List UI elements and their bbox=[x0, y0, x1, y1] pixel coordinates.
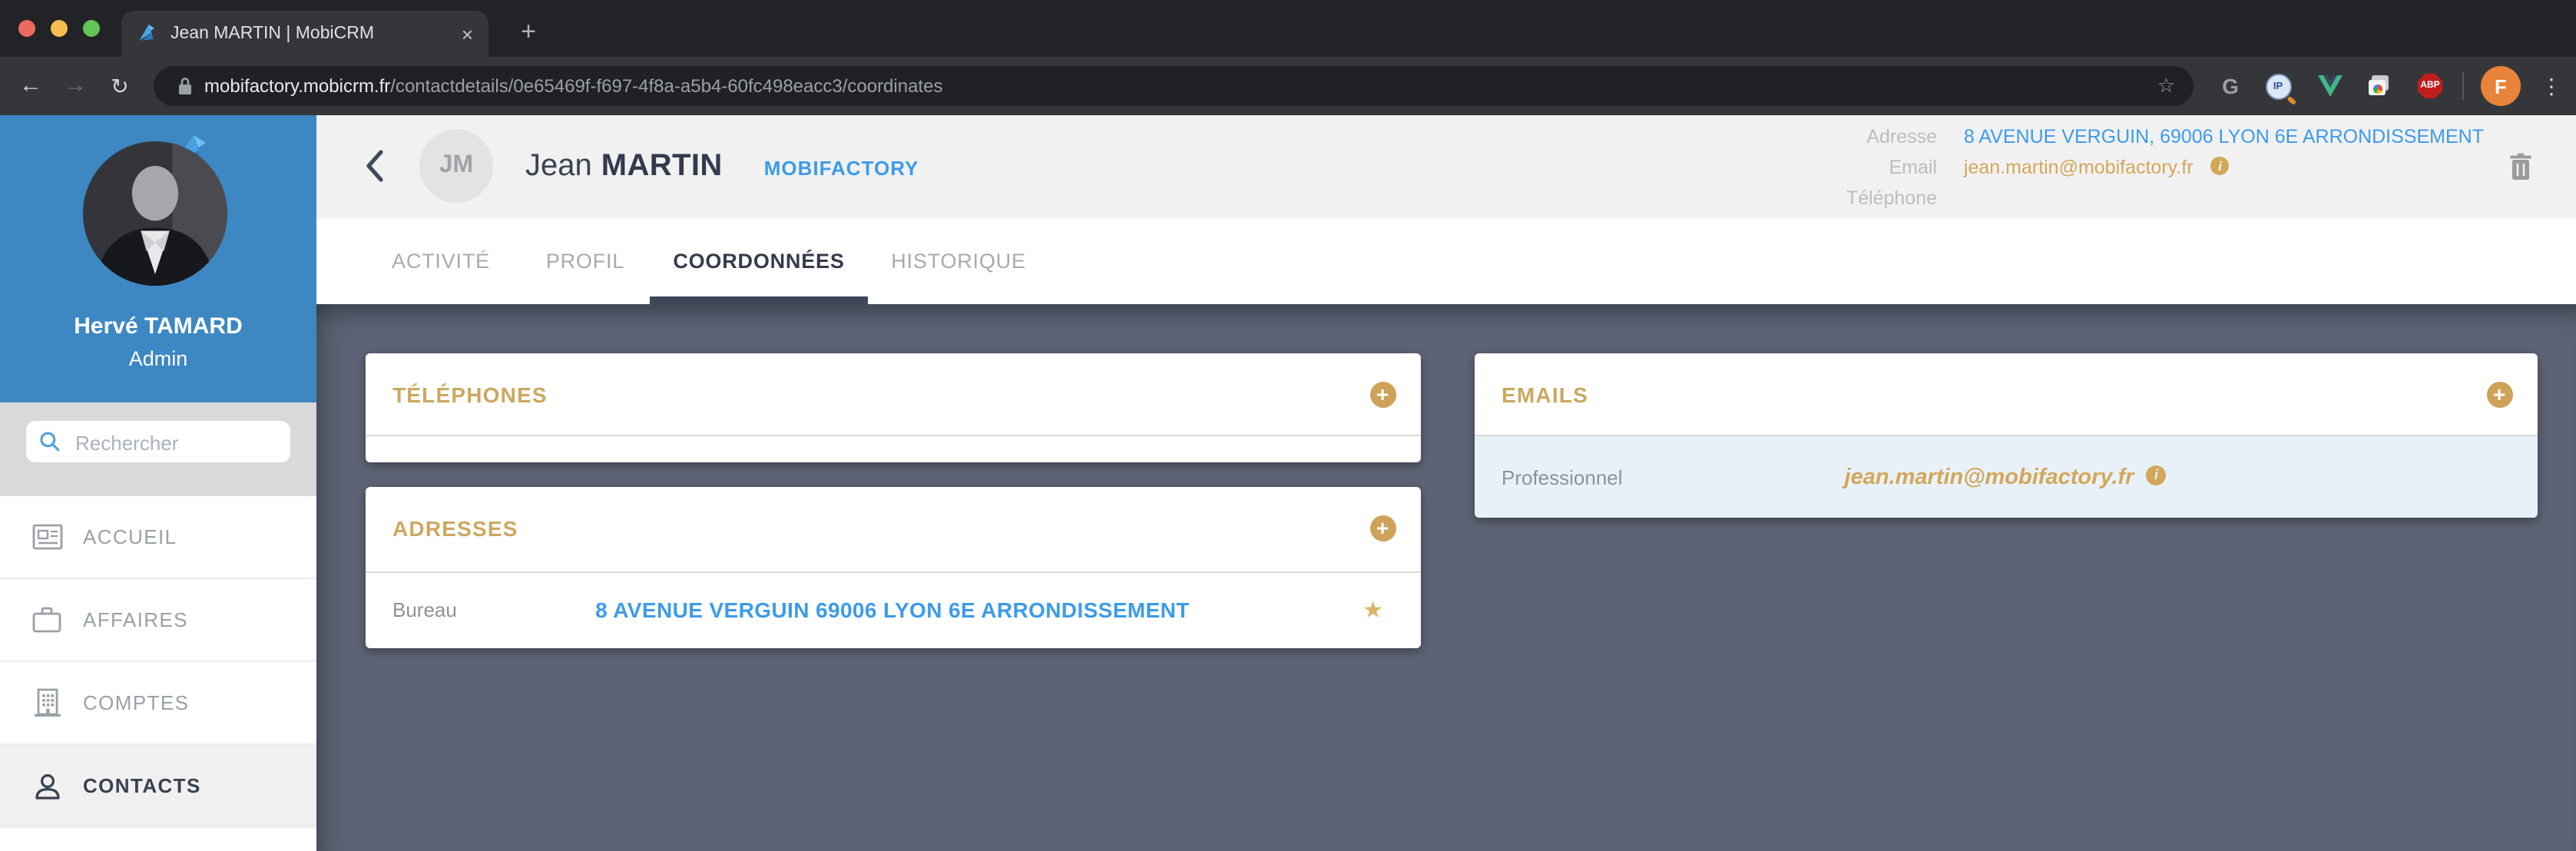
screen: Jean MARTIN | MobiCRM × + ← → ↻ mobifact… bbox=[0, 0, 2576, 851]
summary-row-telephone: Téléphone bbox=[1829, 183, 2484, 214]
main-panel: JM Jean MARTIN MOBIFACTORY Adresse 8 AVE… bbox=[316, 115, 2576, 851]
app-window: Hervé TAMARD Admin bbox=[0, 115, 2576, 851]
tab-profil[interactable]: PROFIL bbox=[546, 249, 624, 272]
adresse-row[interactable]: Bureau 8 AVENUE VERGUIN 69006 LYON 6E AR… bbox=[365, 572, 1420, 647]
favorite-star-icon[interactable]: ★ bbox=[1362, 596, 1383, 624]
browser-profile-avatar[interactable]: F bbox=[2481, 66, 2521, 106]
forward-icon[interactable]: → bbox=[57, 57, 94, 115]
summary-label: Adresse bbox=[1829, 121, 1937, 152]
sidebar-item-label: CONTACTS bbox=[83, 774, 201, 797]
contact-summary: Adresse 8 AVENUE VERGUIN, 69006 LYON 6E … bbox=[1829, 121, 2484, 214]
sidebar: Hervé TAMARD Admin bbox=[0, 115, 316, 851]
sidebar-menu: ACCUEIL AFFAIRES bbox=[0, 496, 316, 828]
summary-row-email: Email jean.martin@mobifactory.fr i bbox=[1829, 152, 2484, 183]
summary-address-value[interactable]: 8 AVENUE VERGUIN, 69006 LYON 6E ARRONDIS… bbox=[1964, 126, 2484, 147]
sidebar-profile: Hervé TAMARD Admin bbox=[0, 115, 316, 402]
window-minimize-button[interactable] bbox=[51, 20, 68, 37]
adresses-card-title: ADRESSES bbox=[392, 516, 518, 541]
contact-name-line: Jean MARTIN MOBIFACTORY bbox=[525, 115, 919, 217]
extension-adblock-icon[interactable]: ABP bbox=[2413, 57, 2447, 115]
user-avatar[interactable] bbox=[83, 141, 227, 286]
telephones-card-title: TÉLÉPHONES bbox=[392, 382, 548, 406]
summary-label: Email bbox=[1829, 152, 1937, 183]
contact-initials-avatar: JM bbox=[419, 129, 493, 203]
address-bar[interactable]: mobifactory.mobicrm.fr/contactdetails/0e… bbox=[154, 66, 2194, 106]
briefcase-icon bbox=[31, 604, 63, 636]
tab-activite[interactable]: ACTIVITÉ bbox=[392, 249, 490, 272]
reload-icon[interactable]: ↻ bbox=[101, 57, 138, 115]
email-row[interactable]: Professionnel jean.martin@mobifactory.fr… bbox=[1474, 436, 2537, 518]
emails-card: EMAILS + Professionnel jean.martin@mobif… bbox=[1474, 353, 2537, 518]
tab-title: Jean MARTIN | MobiCRM bbox=[171, 25, 452, 43]
url-domain: mobifactory.mobicrm.fr bbox=[204, 75, 390, 97]
sidebar-item-comptes[interactable]: COMPTES bbox=[0, 662, 316, 745]
back-chevron-button[interactable] bbox=[363, 147, 387, 184]
back-icon[interactable]: ← bbox=[12, 57, 49, 115]
contact-last-name: MARTIN bbox=[601, 149, 723, 184]
sidebar-user-name: Hervé TAMARD bbox=[0, 313, 316, 339]
contact-header: JM Jean MARTIN MOBIFACTORY Adresse 8 AVE… bbox=[316, 115, 2576, 217]
adresse-row-value[interactable]: 8 AVENUE VERGUIN 69006 LYON 6E ARRONDISS… bbox=[365, 598, 1420, 622]
building-icon bbox=[31, 687, 63, 719]
window-controls bbox=[18, 20, 100, 37]
summary-label: Téléphone bbox=[1829, 183, 1937, 214]
mobicrm-bird-favicon bbox=[137, 23, 158, 45]
window-close-button[interactable] bbox=[18, 20, 35, 37]
search-input[interactable] bbox=[72, 421, 287, 465]
sidebar-item-accueil[interactable]: ACCUEIL bbox=[0, 496, 316, 579]
emails-card-title: EMAILS bbox=[1502, 382, 1588, 406]
adresses-card-header: ADRESSES + bbox=[365, 486, 1420, 572]
contact-company-link[interactable]: MOBIFACTORY bbox=[764, 157, 919, 180]
adresses-card: ADRESSES + Bureau 8 AVENUE VERGUIN 69006… bbox=[365, 486, 1420, 647]
add-email-button[interactable]: + bbox=[2486, 381, 2512, 407]
email-row-value[interactable]: jean.martin@mobifactory.fr bbox=[1845, 465, 2134, 489]
browser-tabstrip: Jean MARTIN | MobiCRM × + bbox=[0, 0, 2576, 57]
vue-logo bbox=[2318, 75, 2343, 97]
summary-email-value[interactable]: jean.martin@mobifactory.fr bbox=[1964, 157, 2194, 178]
telephones-empty-row bbox=[365, 436, 1420, 462]
emails-card-header: EMAILS + bbox=[1474, 353, 2537, 436]
telephones-card-header: TÉLÉPHONES + bbox=[365, 353, 1420, 436]
bookmark-star-icon[interactable]: ☆ bbox=[2157, 74, 2175, 98]
extension-vue-icon[interactable] bbox=[2313, 57, 2347, 115]
tab-coordonnees[interactable]: COORDONNÉES bbox=[673, 249, 844, 272]
extension-ip-lookup-icon[interactable]: IP bbox=[2261, 57, 2295, 115]
tab-close-icon[interactable]: × bbox=[462, 22, 473, 45]
sidebar-item-label: ACCUEIL bbox=[83, 525, 177, 548]
contact-tabs: ACTIVITÉ PROFIL COORDONNÉES HISTORIQUE bbox=[316, 217, 2576, 303]
add-adresse-button[interactable]: + bbox=[1369, 515, 1396, 541]
active-tab-indicator bbox=[650, 296, 868, 303]
summary-row-adresse: Adresse 8 AVENUE VERGUIN, 69006 LYON 6E … bbox=[1829, 121, 2484, 152]
extension-sessions-icon[interactable] bbox=[2362, 57, 2396, 115]
browser-toolbar: ← → ↻ mobifactory.mobicrm.fr/contactdeta… bbox=[0, 57, 2576, 115]
person-icon bbox=[31, 770, 63, 802]
sidebar-user-role: Admin bbox=[0, 347, 316, 370]
tab-historique[interactable]: HISTORIQUE bbox=[891, 249, 1026, 272]
window-maximize-button[interactable] bbox=[83, 20, 100, 37]
newspaper-icon bbox=[31, 521, 63, 553]
search-icon bbox=[40, 431, 60, 451]
new-tab-button[interactable]: + bbox=[508, 12, 548, 52]
coordinates-content: TÉLÉPHONES + ADRESSES + Bureau 8 AVENUE … bbox=[316, 303, 2576, 851]
add-telephone-button[interactable]: + bbox=[1369, 381, 1396, 407]
browser-tab[interactable]: Jean MARTIN | MobiCRM × bbox=[121, 11, 488, 57]
telephones-card: TÉLÉPHONES + bbox=[365, 353, 1420, 462]
sidebar-item-label: AFFAIRES bbox=[83, 608, 188, 631]
extension-google-icon[interactable]: G bbox=[2213, 57, 2247, 115]
contact-first-name: Jean bbox=[525, 149, 592, 184]
sidebar-search-section bbox=[0, 402, 316, 496]
info-icon[interactable]: i bbox=[2146, 465, 2166, 485]
delete-contact-trash-icon[interactable] bbox=[2508, 152, 2533, 181]
toolbar-separator bbox=[2462, 72, 2464, 100]
lock-icon bbox=[178, 77, 192, 95]
url-path: /contactdetails/0e65469f-f697-4f8a-a5b4-… bbox=[390, 75, 2144, 97]
sidebar-item-label: COMPTES bbox=[83, 691, 189, 714]
sidebar-item-contacts[interactable]: CONTACTS bbox=[0, 745, 316, 828]
search-field[interactable] bbox=[26, 421, 290, 462]
browser-menu-icon[interactable]: ⋮ bbox=[2535, 57, 2568, 115]
info-icon[interactable]: i bbox=[2210, 157, 2229, 175]
sidebar-item-affaires[interactable]: AFFAIRES bbox=[0, 579, 316, 662]
